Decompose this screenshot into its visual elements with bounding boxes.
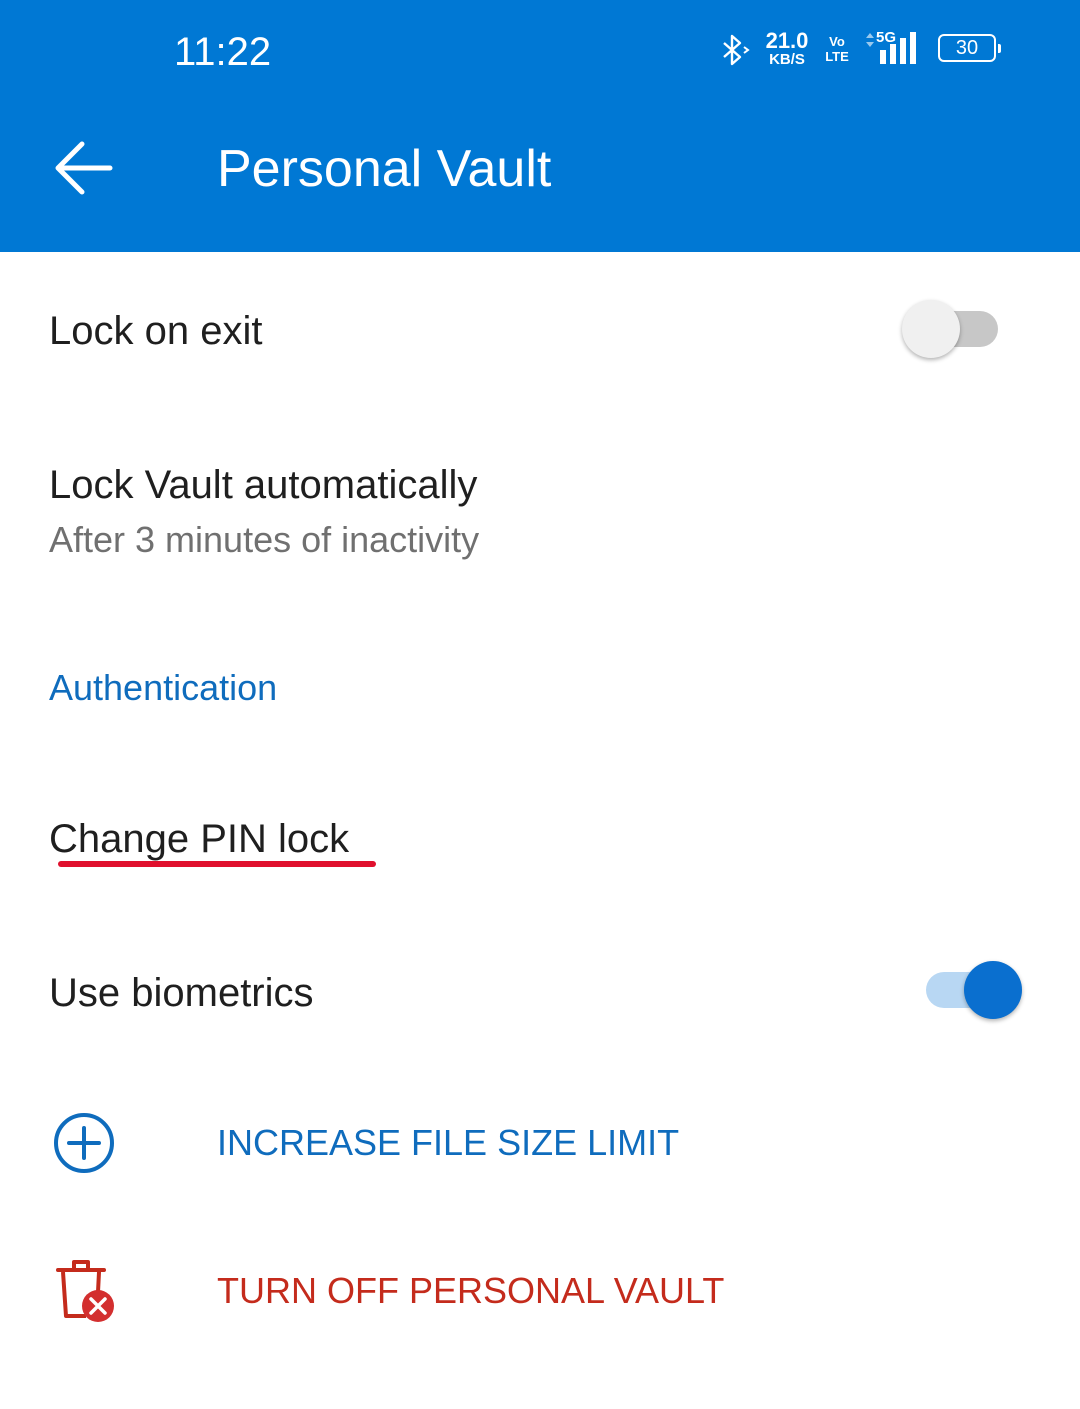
app-bar: 11:22 21.0 KB/S Vo LTE 5G 30 Personal Va… [0, 0, 1080, 252]
network-speed-unit: KB/S [769, 51, 805, 68]
lock-on-exit-toggle[interactable] [902, 294, 1012, 364]
lock-on-exit-label: Lock on exit [49, 309, 263, 353]
back-button[interactable] [54, 140, 114, 196]
status-time: 11:22 [174, 30, 272, 74]
increase-limit-label[interactable]: INCREASE FILE SIZE LIMIT [217, 1121, 679, 1165]
network-speed-value: 21.0 [765, 28, 809, 53]
data-arrows-icon [866, 33, 874, 47]
bluetooth-icon [723, 34, 750, 66]
turn-off-label[interactable]: TURN OFF PERSONAL VAULT [217, 1269, 724, 1313]
section-authentication: Authentication [49, 667, 278, 708]
volte-bottom: LTE [825, 49, 849, 64]
volte-top: Vo [829, 34, 845, 49]
toggle-thumb [964, 961, 1022, 1019]
change-pin-label: Change PIN lock [49, 817, 350, 861]
use-biometrics-label: Use biometrics [49, 971, 314, 1015]
lock-automatically-sublabel: After 3 minutes of inactivity [49, 519, 480, 560]
use-biometrics-toggle[interactable] [912, 955, 1022, 1025]
toggle-thumb [902, 300, 960, 358]
signal-bars-icon [880, 32, 916, 64]
arrow-left-icon [55, 141, 113, 195]
volte-indicator: Vo LTE [824, 34, 850, 64]
trash-x-icon [56, 1260, 114, 1322]
battery-indicator: 30 [938, 34, 1001, 62]
red-underline-annotation [58, 861, 376, 867]
lock-automatically-label: Lock Vault automatically [49, 463, 478, 507]
network-speed: 21.0 KB/S [762, 30, 812, 68]
page-title: Personal Vault [217, 140, 552, 198]
plus-circle-icon [54, 1113, 114, 1173]
